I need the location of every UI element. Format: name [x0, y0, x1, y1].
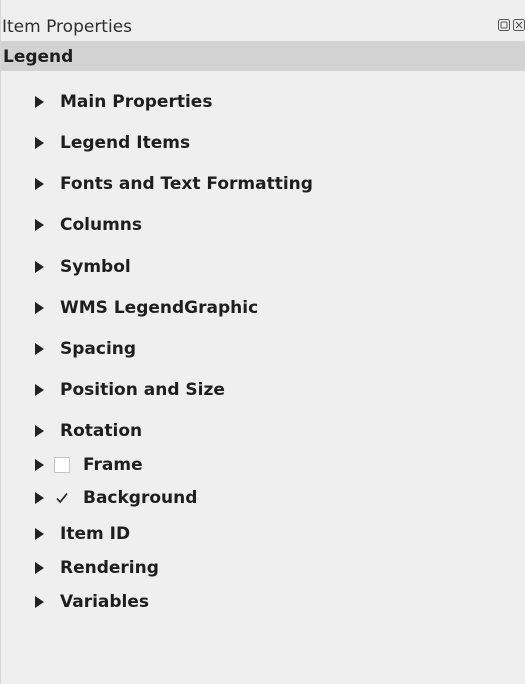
section-label: Rendering	[60, 558, 159, 578]
item-properties-panel: Item Properties Legend Main Properties L…	[0, 0, 525, 684]
section-label: Fonts and Text Formatting	[60, 174, 313, 194]
section-wms-legendgraphic[interactable]: WMS LegendGraphic	[35, 295, 258, 321]
section-main-properties[interactable]: Main Properties	[35, 89, 212, 115]
section-label: WMS LegendGraphic	[60, 298, 259, 318]
section-background[interactable]: Background	[35, 485, 197, 511]
section-label: Background	[83, 488, 198, 508]
expand-triangle-icon[interactable]	[35, 492, 44, 504]
section-label: Item ID	[60, 524, 131, 544]
frame-checkbox[interactable]	[54, 457, 70, 473]
section-label: Symbol	[60, 257, 131, 277]
section-label: Legend Items	[60, 133, 191, 153]
section-rotation[interactable]: Rotation	[35, 418, 142, 444]
section-list: Main Properties Legend Items Fonts and T…	[1, 0, 525, 684]
checkmark-icon	[56, 493, 68, 504]
section-fonts-and-text-formatting[interactable]: Fonts and Text Formatting	[35, 171, 313, 197]
expand-triangle-icon[interactable]	[35, 343, 44, 355]
section-label: Variables	[60, 592, 150, 612]
section-frame[interactable]: Frame	[35, 452, 143, 478]
expand-triangle-icon[interactable]	[35, 261, 44, 273]
section-label: Main Properties	[60, 92, 213, 112]
section-columns[interactable]: Columns	[35, 212, 142, 238]
section-item-id[interactable]: Item ID	[35, 521, 130, 547]
section-spacing[interactable]: Spacing	[35, 336, 136, 362]
expand-triangle-icon[interactable]	[35, 96, 44, 108]
expand-triangle-icon[interactable]	[35, 562, 44, 574]
section-label: Columns	[60, 215, 143, 235]
section-label: Rotation	[60, 421, 143, 441]
section-variables[interactable]: Variables	[35, 589, 149, 615]
expand-triangle-icon[interactable]	[35, 219, 44, 231]
background-checkbox[interactable]	[54, 490, 70, 506]
expand-triangle-icon[interactable]	[35, 596, 44, 608]
section-legend-items[interactable]: Legend Items	[35, 130, 190, 156]
expand-triangle-icon[interactable]	[35, 302, 44, 314]
section-symbol[interactable]: Symbol	[35, 254, 131, 280]
expand-triangle-icon[interactable]	[35, 137, 44, 149]
expand-triangle-icon[interactable]	[35, 459, 44, 471]
expand-triangle-icon[interactable]	[35, 384, 44, 396]
section-label: Position and Size	[60, 380, 225, 400]
section-label: Frame	[83, 455, 143, 475]
expand-triangle-icon[interactable]	[35, 425, 44, 437]
section-position-and-size[interactable]: Position and Size	[35, 377, 225, 403]
expand-triangle-icon[interactable]	[35, 528, 44, 540]
expand-triangle-icon[interactable]	[35, 178, 44, 190]
section-label: Spacing	[60, 339, 137, 359]
section-rendering[interactable]: Rendering	[35, 555, 159, 581]
